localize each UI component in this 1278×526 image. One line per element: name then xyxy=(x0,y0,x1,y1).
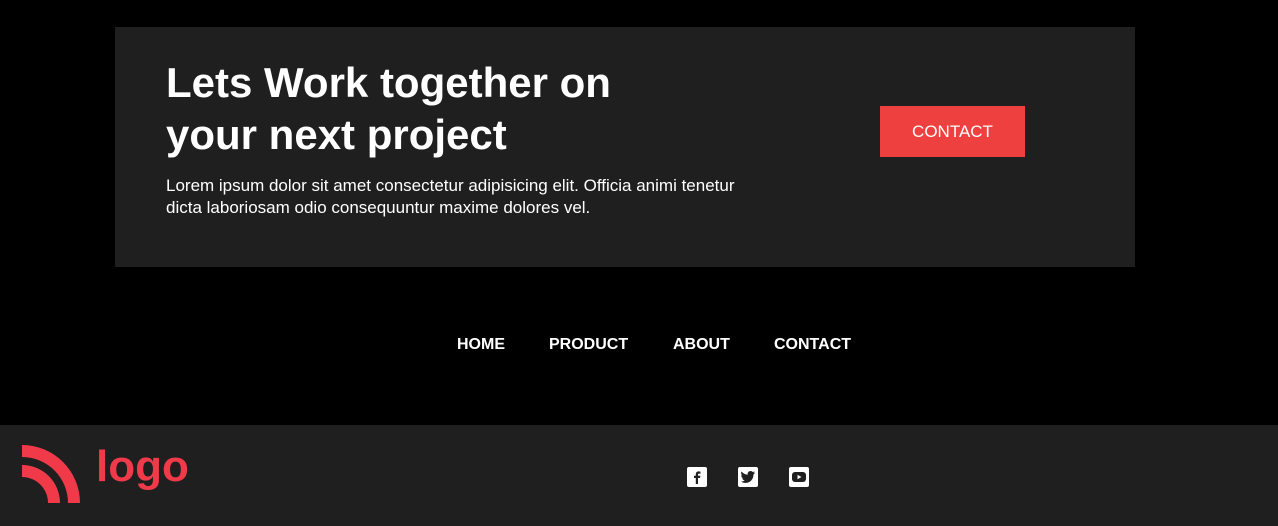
contact-button[interactable]: CONTACT xyxy=(880,106,1025,157)
page: Lets Work together on your next project … xyxy=(0,0,1278,526)
cta-title-line: your next project xyxy=(166,111,507,158)
cta-title-line: Lets Work together on xyxy=(166,59,611,106)
twitter-icon[interactable] xyxy=(738,467,758,487)
nav-link-home[interactable]: HOME xyxy=(457,334,505,356)
logo-mark-icon xyxy=(22,445,80,503)
youtube-icon[interactable] xyxy=(789,467,809,487)
nav-link-contact[interactable]: CONTACT xyxy=(774,334,851,356)
footer-nav: HOME PRODUCT ABOUT CONTACT xyxy=(0,334,1278,358)
facebook-icon[interactable] xyxy=(687,467,707,487)
cta-description-line: Lorem ipsum dolor sit amet consectetur a… xyxy=(166,176,735,195)
nav-link-product[interactable]: PRODUCT xyxy=(549,334,628,356)
cta-title: Lets Work together on your next project xyxy=(166,57,786,161)
logo-text: logo xyxy=(96,442,189,491)
footer: logo xyxy=(0,425,1278,526)
cta-description-line: dicta laboriosam odio consequuntur maxim… xyxy=(166,198,591,217)
cta-description: Lorem ipsum dolor sit amet consectetur a… xyxy=(166,175,806,219)
logo[interactable]: logo xyxy=(22,442,189,504)
nav-link-about[interactable]: ABOUT xyxy=(673,334,730,356)
cta-section: Lets Work together on your next project … xyxy=(115,27,1135,267)
